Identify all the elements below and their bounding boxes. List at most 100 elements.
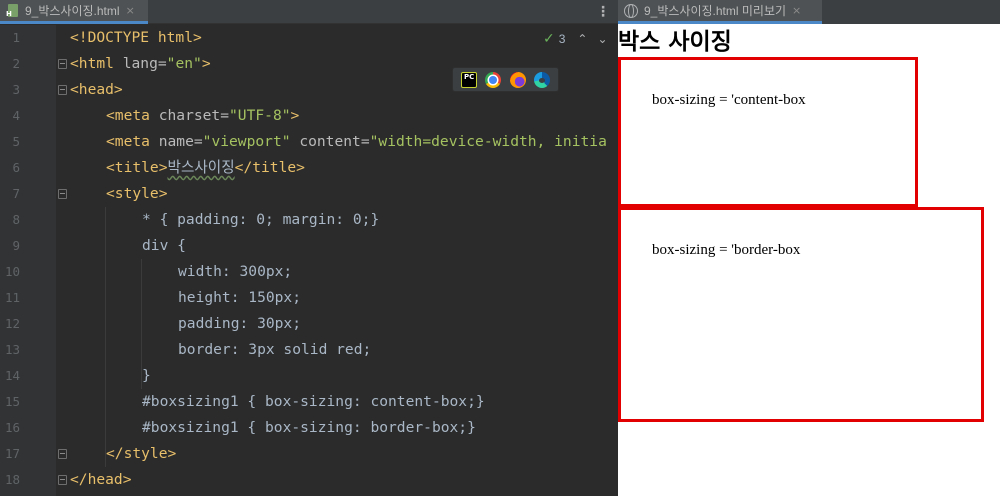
- line-number: 12: [4, 316, 20, 331]
- line-number: 11: [4, 290, 20, 305]
- html-file-icon: H: [6, 3, 20, 18]
- code-token: <style>: [106, 185, 168, 202]
- pycharm-icon[interactable]: PC: [461, 71, 478, 88]
- fold-icon[interactable]: [58, 189, 67, 199]
- globe-icon: [624, 3, 638, 18]
- code-line: 1 <!DOCTYPE html>: [0, 25, 618, 51]
- editor-tab-file[interactable]: H 9_박스사이징.html ×: [0, 0, 148, 24]
- code-text: * { padding: 0; margin: 0;}: [142, 211, 380, 228]
- fold-icon[interactable]: [58, 59, 67, 69]
- code-token: "viewport": [202, 133, 291, 150]
- code-line: 15 #boxsizing1 { box-sizing: content-box…: [0, 389, 618, 415]
- code-token: <!DOCTYPE html>: [70, 29, 202, 46]
- code-token: <meta: [106, 133, 159, 150]
- code-line: 11 height: 150px;: [0, 285, 618, 311]
- code-token: <html: [70, 55, 123, 72]
- code-token: "width=device-width, initia: [369, 133, 607, 150]
- code-line: 8 * { padding: 0; margin: 0;}: [0, 207, 618, 233]
- inspection-count: 3: [558, 32, 566, 46]
- editor-tab-bar: H 9_박스사이징.html × ⋮: [0, 0, 618, 24]
- line-number: 4: [12, 108, 20, 123]
- code-line: 16 #boxsizing1 { box-sizing: border-box;…: [0, 415, 618, 441]
- code-token: lang=: [122, 55, 167, 72]
- border-box-demo: box-sizing = 'border-box: [618, 207, 984, 422]
- code-token: </title>: [234, 159, 305, 176]
- code-token: name=: [158, 133, 203, 150]
- code-text: width: 300px;: [178, 263, 293, 280]
- preview-tab[interactable]: 9_박스사이징.html 미리보기 ×: [618, 0, 822, 24]
- checkmark-icon: ✓: [543, 31, 555, 47]
- code-text: <head>: [70, 77, 123, 103]
- line-number: 9: [12, 238, 20, 253]
- edge-icon[interactable]: [533, 71, 550, 88]
- line-number: 14: [4, 368, 20, 383]
- code-text: <meta name="viewport" content="width=dev…: [106, 129, 607, 155]
- code-text: #boxsizing1 { box-sizing: content-box;}: [142, 393, 485, 410]
- line-number: 8: [12, 212, 20, 227]
- more-options-icon[interactable]: ⋮: [596, 3, 610, 21]
- box-label: box-sizing = 'content-box: [652, 92, 806, 108]
- code-line: 12 padding: 30px;: [0, 311, 618, 337]
- chevron-down-icon[interactable]: ⌄: [597, 32, 607, 46]
- code-line: 7 <style>: [0, 181, 618, 207]
- line-number: 3: [12, 82, 20, 97]
- firefox-icon[interactable]: [509, 71, 526, 88]
- browser-preview-toolbar: PC: [452, 67, 559, 92]
- editor-tab-label: 9_박스사이징.html: [25, 4, 120, 18]
- chevron-up-icon[interactable]: ⌃: [577, 32, 587, 46]
- code-text: <meta charset="UTF-8">: [106, 103, 299, 129]
- fold-icon[interactable]: [58, 85, 67, 95]
- code-text: border: 3px solid red;: [178, 341, 372, 358]
- code-token: </style>: [106, 445, 177, 462]
- code-text: div {: [142, 237, 186, 254]
- code-line: 14 }: [0, 363, 618, 389]
- code-line: 17 </style>: [0, 441, 618, 467]
- code-token: "en": [166, 55, 202, 72]
- code-token: "UTF-8": [229, 107, 291, 124]
- code-text: }: [142, 367, 151, 384]
- line-number: 2: [12, 56, 20, 71]
- code-text: <!DOCTYPE html>: [70, 25, 202, 51]
- code-text: padding: 30px;: [178, 315, 302, 332]
- chrome-icon[interactable]: [485, 71, 502, 88]
- close-icon[interactable]: ×: [792, 4, 801, 17]
- code-token: >: [290, 107, 300, 124]
- box-label: box-sizing = 'border-box: [652, 242, 801, 258]
- line-number: 17: [4, 446, 20, 461]
- preview-tab-label: 9_박스사이징.html 미리보기: [644, 4, 787, 18]
- preview-tab-bar: 9_박스사이징.html 미리보기 ×: [618, 0, 1000, 24]
- line-number: 16: [4, 420, 20, 435]
- code-token: charset=: [158, 107, 230, 124]
- code-text: </style>: [106, 441, 176, 467]
- line-number: 15: [4, 394, 20, 409]
- code-line: 13 border: 3px solid red;: [0, 337, 618, 363]
- content-box-demo: box-sizing = 'content-box: [618, 57, 918, 207]
- code-line: 10 width: 300px;: [0, 259, 618, 285]
- page-heading: 박스 사이징: [618, 29, 732, 55]
- code-text: #boxsizing1 { box-sizing: border-box;}: [142, 419, 476, 436]
- code-text: <title>박스사이징</title>: [106, 155, 305, 181]
- line-number: 18: [4, 472, 20, 487]
- code-line: 6 <title>박스사이징</title>: [0, 155, 618, 181]
- line-number: 1: [12, 30, 20, 45]
- line-number: 6: [12, 160, 20, 175]
- html-preview-pane[interactable]: 9_박스사이징.html 미리보기 × 박스 사이징 box-sizing = …: [618, 0, 1000, 496]
- code-text: </head>: [70, 467, 132, 493]
- line-number: 10: [4, 264, 20, 279]
- fold-icon[interactable]: [58, 449, 67, 459]
- inspection-widget[interactable]: ✓ 3 ⌃ ⌄: [543, 31, 608, 47]
- code-token: </head>: [70, 471, 132, 488]
- code-editor[interactable]: H 9_박스사이징.html × ⋮ 1 <!DOCTYPE html> 2 <…: [0, 0, 618, 496]
- code-line: 5 <meta name="viewport" content="width=d…: [0, 129, 618, 155]
- fold-icon[interactable]: [58, 475, 67, 485]
- code-token: <title>: [106, 159, 168, 176]
- code-token: 박스사이징: [167, 159, 235, 176]
- line-number: 5: [12, 134, 20, 149]
- line-number: 7: [12, 186, 20, 201]
- code-area[interactable]: 1 <!DOCTYPE html> 2 <html lang="en" > 3 <…: [0, 25, 618, 496]
- close-icon[interactable]: ×: [126, 4, 135, 17]
- code-token: <head>: [70, 81, 123, 98]
- code-line: 4 <meta charset="UTF-8">: [0, 103, 618, 129]
- code-token: <meta: [106, 107, 159, 124]
